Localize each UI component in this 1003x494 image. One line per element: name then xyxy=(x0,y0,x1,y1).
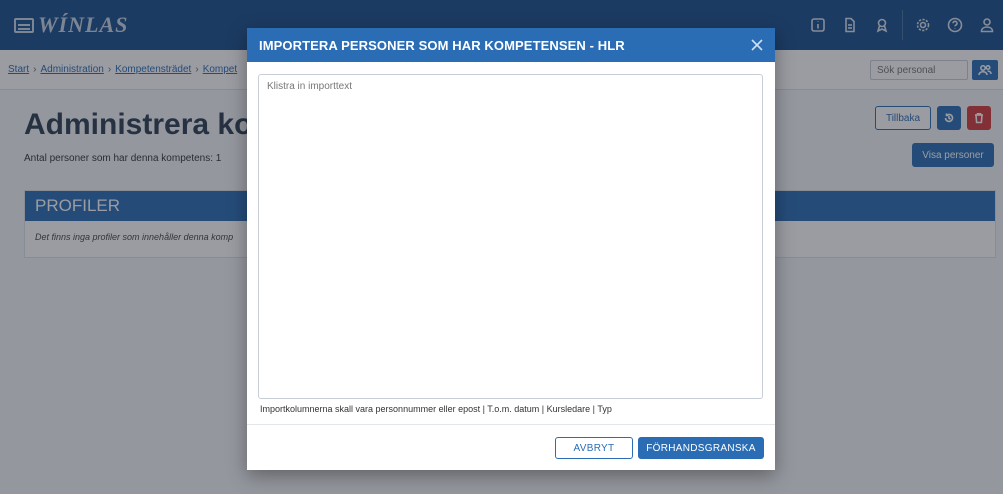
cancel-button[interactable]: AVBRYT xyxy=(555,437,633,459)
preview-button[interactable]: FÖRHANDSGRANSKA xyxy=(638,437,764,459)
close-button[interactable] xyxy=(749,37,765,53)
modal-footer: AVBRYT FÖRHANDSGRANSKA xyxy=(247,424,775,470)
modal-title: IMPORTERA PERSONER SOM HAR KOMPETENSEN -… xyxy=(259,37,625,53)
modal-header: IMPORTERA PERSONER SOM HAR KOMPETENSEN -… xyxy=(247,28,775,62)
close-icon xyxy=(751,39,763,51)
import-help-text: Importkolumnerna skall vara personnummer… xyxy=(254,399,618,420)
import-modal: IMPORTERA PERSONER SOM HAR KOMPETENSEN -… xyxy=(247,28,775,470)
modal-body: Importkolumnerna skall vara personnummer… xyxy=(247,62,775,422)
import-textarea[interactable] xyxy=(258,74,763,399)
